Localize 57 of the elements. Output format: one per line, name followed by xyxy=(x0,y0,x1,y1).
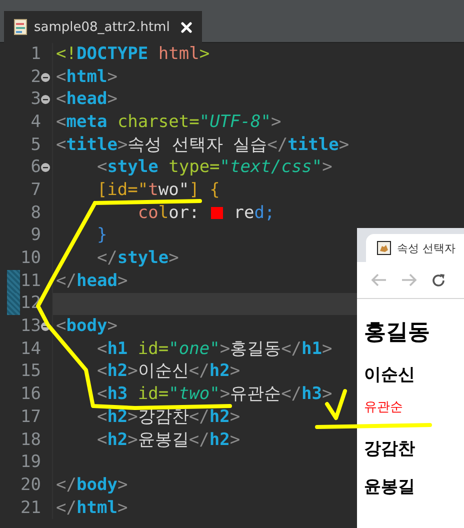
line-number: 7 xyxy=(30,182,41,199)
heading-h2: 이순신 xyxy=(364,364,416,386)
heading-h3: 유관순 xyxy=(364,399,404,417)
line-number: 9 xyxy=(30,227,41,244)
code-line: <!DOCTYPE html> xyxy=(56,46,210,63)
code-line: <title>속성 선택자 실습</title> xyxy=(56,136,350,154)
code-line: <style type="text/css"> xyxy=(96,159,332,176)
line-number: 1 xyxy=(30,46,41,63)
heading-h1: 홍길동 xyxy=(364,319,431,347)
fold-icon[interactable] xyxy=(41,72,50,82)
line-number: 15 xyxy=(20,363,41,380)
heading-h2: 강감찬 xyxy=(364,438,416,460)
code-line: <h3 id="two">유관순</h3> xyxy=(96,386,332,404)
code-line: <html> xyxy=(56,68,118,86)
line-number: 14 xyxy=(20,340,41,358)
line-number: 4 xyxy=(30,114,41,131)
code-line: <h1 id="one">홍길동</h1> xyxy=(96,340,332,358)
line-number: 19 xyxy=(20,454,41,472)
line-number: 13 xyxy=(20,318,41,336)
code-line: color: xyxy=(136,204,200,222)
code-line: </html> xyxy=(56,500,128,517)
file-tab[interactable]: sample08_attr2.html xyxy=(4,11,202,43)
line-number: 20 xyxy=(20,476,41,494)
line-number: 3 xyxy=(30,91,41,108)
code-line: </style> xyxy=(96,250,179,268)
code-line: red; xyxy=(232,204,275,222)
line-number: 17 xyxy=(20,408,41,426)
line-number: 18 xyxy=(20,432,41,449)
code-line: <h2>강감찬</h2> xyxy=(96,408,240,426)
line-number: 16 xyxy=(20,386,41,404)
line-number: 2 xyxy=(30,68,41,86)
fold-icon[interactable] xyxy=(41,163,50,172)
code-line: } xyxy=(96,227,108,244)
line-number: 11 xyxy=(20,272,41,290)
line-number: 8 xyxy=(30,204,41,222)
cat-icon xyxy=(377,241,391,255)
close-icon[interactable] xyxy=(180,22,192,32)
file-name: sample08_attr2.html xyxy=(34,20,170,34)
code-line: <head> xyxy=(56,91,118,108)
fold-icon[interactable] xyxy=(41,95,50,104)
browser-tab[interactable]: 속성 선택자 xyxy=(366,234,464,262)
fold-icon[interactable] xyxy=(41,322,50,332)
heading-h2: 윤봉길 xyxy=(364,476,416,498)
code-line: <body> xyxy=(56,318,118,336)
code-line: <h2>이순신</h2> xyxy=(96,363,240,380)
html-file-icon xyxy=(14,19,27,35)
line-number: 6 xyxy=(30,159,41,176)
code-line: </head> xyxy=(56,272,128,290)
line-number: 21 xyxy=(20,500,41,517)
reload-icon[interactable] xyxy=(431,272,446,288)
code-line: <h2>윤봉길</h2> xyxy=(96,432,240,449)
code-line: <meta charset="UTF-8"> xyxy=(56,114,282,131)
line-number: 5 xyxy=(30,136,41,154)
line-number: 10 xyxy=(20,250,41,268)
code-line: [id="two"] { xyxy=(96,182,220,199)
tab-title: 속성 선택자 xyxy=(397,240,456,256)
code-line: </body> xyxy=(56,476,128,494)
